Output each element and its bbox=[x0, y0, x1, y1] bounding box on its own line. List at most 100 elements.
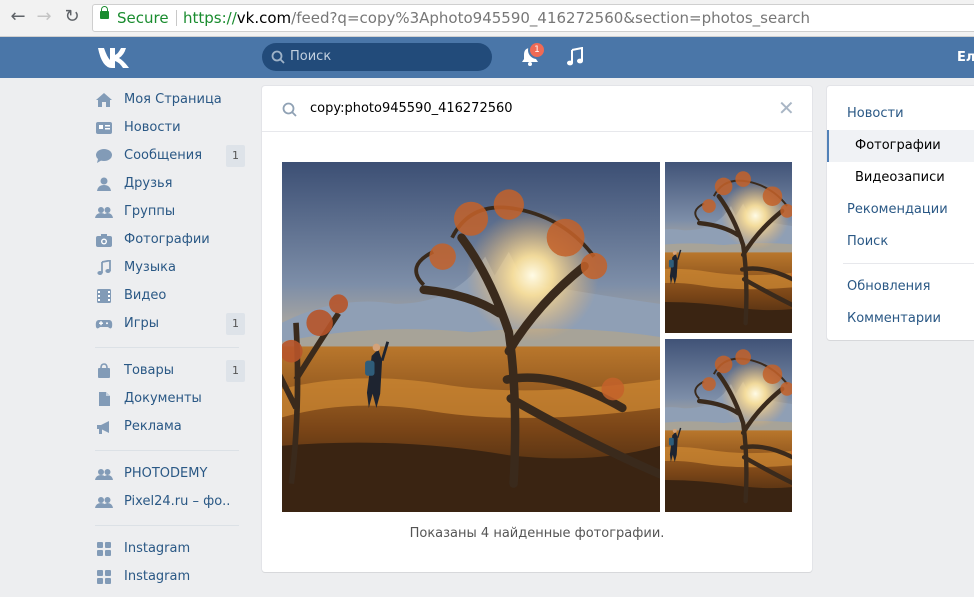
sidebar-item-label: Видео bbox=[124, 288, 167, 303]
community-icon bbox=[95, 469, 113, 480]
menu-divider bbox=[843, 263, 974, 264]
photo-result[interactable] bbox=[665, 339, 792, 512]
search-icon bbox=[282, 102, 297, 117]
menu-item-label: Обновления bbox=[847, 279, 931, 294]
shopping-bag-icon bbox=[98, 363, 110, 378]
back-arrow-icon[interactable]: ← bbox=[6, 5, 30, 29]
menu-item-label: Фотографии bbox=[855, 138, 941, 153]
sidebar-item-music[interactable]: Музыка bbox=[95, 254, 245, 282]
sidebar-item-label: Музыка bbox=[124, 260, 176, 275]
vk-header: Поиск 1 Ел bbox=[0, 37, 974, 78]
forward-arrow-icon[interactable]: → bbox=[32, 5, 56, 29]
url-host: vk.com bbox=[236, 9, 292, 27]
menu-item-label: Комментарии bbox=[847, 311, 941, 326]
feed-sections-menu: Новости Фотографии Видеозаписи Рекоменда… bbox=[827, 86, 974, 340]
sidebar-item-documents[interactable]: Документы bbox=[95, 385, 245, 413]
menu-item-updates[interactable]: Обновления bbox=[827, 271, 974, 303]
reload-icon[interactable]: ↻ bbox=[60, 5, 84, 29]
left-sidebar: Моя Страница Новости Сообщения 1 Друзья … bbox=[95, 86, 245, 591]
notifications-count-badge: 1 bbox=[530, 43, 544, 57]
search-icon bbox=[271, 50, 285, 64]
sidebar-item-label: Реклама bbox=[124, 419, 182, 434]
menu-item-recommendations[interactable]: Рекомендации bbox=[827, 194, 974, 226]
sidebar-item-label: Новости bbox=[124, 120, 181, 135]
community-icon bbox=[95, 497, 113, 508]
user-name[interactable]: Ел bbox=[957, 37, 974, 78]
menu-item-comments[interactable]: Комментарии bbox=[827, 303, 974, 335]
megaphone-icon bbox=[97, 421, 109, 434]
sidebar-item-label: Друзья bbox=[124, 176, 173, 191]
goods-count-badge: 1 bbox=[226, 360, 245, 382]
sidebar-divider bbox=[95, 347, 239, 348]
document-icon bbox=[99, 392, 110, 406]
menu-item-label: Видеозаписи bbox=[855, 170, 945, 185]
sidebar-item-app-instagram[interactable]: Instagram bbox=[95, 535, 245, 563]
menu-item-label: Рекомендации bbox=[847, 202, 948, 217]
apps-grid-icon bbox=[97, 570, 111, 584]
sidebar-item-label: Документы bbox=[124, 391, 202, 406]
url-path: /feed?q=copy%3Aphoto945590_416272560&sec… bbox=[291, 9, 811, 27]
search-query-input[interactable]: copy:photo945590_416272560 bbox=[310, 86, 513, 132]
sidebar-item-label: PHOTODEMY bbox=[124, 466, 208, 481]
secure-label: Secure bbox=[117, 9, 169, 27]
photo-result[interactable] bbox=[665, 162, 792, 333]
sidebar-item-label: Фотографии bbox=[124, 232, 210, 247]
sidebar-item-app-instagram[interactable]: Instagram bbox=[95, 563, 245, 591]
sidebar-item-my-page[interactable]: Моя Страница bbox=[95, 86, 245, 114]
apps-grid-icon bbox=[97, 542, 111, 556]
menu-item-search[interactable]: Поиск bbox=[827, 226, 974, 258]
sidebar-item-label: Игры bbox=[124, 316, 160, 331]
photo-search-bar[interactable]: copy:photo945590_416272560 ✕ bbox=[262, 86, 812, 132]
music-icon bbox=[97, 260, 111, 275]
sidebar-item-friends[interactable]: Друзья bbox=[95, 170, 245, 198]
sidebar-item-label: Группы bbox=[124, 204, 176, 219]
menu-item-videos[interactable]: Видеозаписи bbox=[827, 162, 974, 194]
video-icon bbox=[97, 289, 111, 303]
menu-item-label: Поиск bbox=[847, 234, 889, 249]
results-count-text: Показаны 4 найденные фотографии. bbox=[409, 526, 665, 541]
sidebar-divider bbox=[95, 450, 239, 451]
vk-logo[interactable] bbox=[96, 43, 132, 71]
sidebar-item-ads[interactable]: Реклама bbox=[95, 413, 245, 441]
sidebar-item-goods[interactable]: Товары 1 bbox=[95, 357, 245, 385]
address-bar[interactable]: Secure https://vk.com/feed?q=copy%3Aphot… bbox=[92, 4, 974, 32]
sidebar-item-groups[interactable]: Группы bbox=[95, 198, 245, 226]
lock-icon bbox=[100, 6, 109, 19]
menu-item-photos[interactable]: Фотографии bbox=[827, 130, 974, 162]
games-icon bbox=[95, 320, 113, 329]
sidebar-item-label: Товары bbox=[124, 363, 175, 378]
sidebar-item-news[interactable]: Новости bbox=[95, 114, 245, 142]
camera-icon bbox=[96, 234, 112, 247]
sidebar-item-label: Моя Страница bbox=[124, 92, 222, 107]
sidebar-item-label: Сообщения bbox=[124, 148, 203, 163]
friends-icon bbox=[97, 177, 111, 191]
address-divider bbox=[176, 10, 177, 26]
sidebar-item-video[interactable]: Видео bbox=[95, 282, 245, 310]
games-count-badge: 1 bbox=[226, 313, 245, 335]
photo-result[interactable] bbox=[282, 162, 660, 512]
landscape-photo bbox=[282, 162, 660, 512]
sidebar-divider bbox=[95, 525, 239, 526]
clear-search-icon[interactable]: ✕ bbox=[778, 96, 795, 120]
sidebar-item-messages[interactable]: Сообщения 1 bbox=[95, 142, 245, 170]
photo-search-panel: copy:photo945590_416272560 ✕ Показаны 4 … bbox=[262, 86, 812, 572]
header-search[interactable]: Поиск bbox=[262, 43, 492, 71]
menu-item-news[interactable]: Новости bbox=[827, 98, 974, 130]
sidebar-item-label: Instagram bbox=[124, 541, 191, 556]
sidebar-item-community-pixel24[interactable]: Pixel24.ru – фо.. bbox=[95, 488, 245, 516]
sidebar-item-photos[interactable]: Фотографии bbox=[95, 226, 245, 254]
sidebar-item-label: Instagram bbox=[124, 569, 191, 584]
sidebar-item-games[interactable]: Игры 1 bbox=[95, 310, 245, 338]
menu-item-label: Новости bbox=[847, 106, 904, 121]
messages-count-badge: 1 bbox=[226, 145, 245, 167]
sidebar-item-community-photodemy[interactable]: PHOTODEMY bbox=[95, 460, 245, 488]
groups-icon bbox=[95, 207, 113, 218]
browser-toolbar: ← → ↻ Secure https://vk.com/feed?q=copy%… bbox=[0, 0, 974, 37]
news-icon bbox=[96, 122, 112, 134]
url-text: https://vk.com/feed?q=copy%3Aphoto945590… bbox=[183, 5, 810, 31]
home-icon bbox=[96, 93, 112, 107]
sidebar-item-label: Pixel24.ru – фо.. bbox=[124, 494, 231, 509]
music-player-icon[interactable] bbox=[565, 47, 585, 67]
landscape-photo bbox=[665, 162, 792, 333]
messages-icon bbox=[96, 149, 112, 163]
